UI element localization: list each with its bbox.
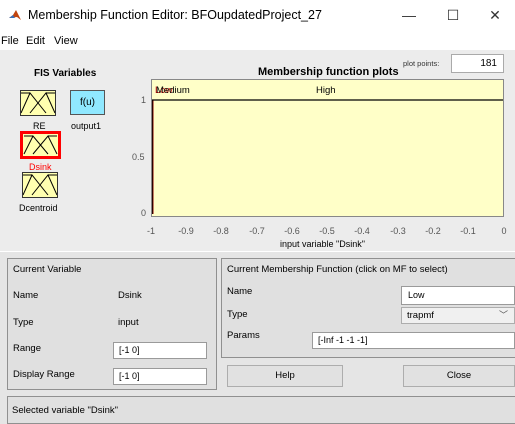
mf-shape-icon	[23, 135, 58, 155]
x-tick-label: -0.9	[178, 226, 194, 236]
x-tick-label: -0.3	[390, 226, 406, 236]
output-function-symbol: f(u)	[80, 97, 95, 108]
display-range-label: Display Range	[13, 369, 75, 380]
mf-curve-high[interactable]	[152, 99, 503, 214]
minimize-button[interactable]: —	[392, 4, 426, 26]
plot-points-label: plot points:	[403, 59, 440, 68]
mf-type-value: trapmf	[407, 310, 434, 321]
x-tick-label: -0.5	[319, 226, 335, 236]
output-label: output1	[71, 121, 102, 131]
menu-bar: File Edit View	[0, 32, 515, 49]
mf-plot-area[interactable]	[151, 79, 504, 217]
x-axis-label: input variable "Dsink"	[280, 239, 365, 249]
status-bar: Selected variable "Dsink"	[7, 396, 515, 424]
x-tick-label: -0.1	[460, 226, 476, 236]
y-tick-label: 0	[141, 208, 147, 218]
window-title: Membership Function Editor: BFOupdatedPr…	[28, 8, 322, 22]
mf-plot-svg	[152, 99, 503, 214]
x-tick-label: -1	[146, 226, 155, 236]
variable-type-label: Type	[13, 317, 34, 328]
maximize-button[interactable]: ☐	[436, 4, 470, 26]
x-tick-label: 0	[501, 226, 507, 236]
x-tick-label: -0.4	[354, 226, 370, 236]
mf-shape-icon	[21, 92, 55, 114]
mf-name-label: Name	[227, 286, 253, 297]
close-window-button[interactable]: ✕	[478, 4, 512, 26]
range-input[interactable]: [-1 0]	[113, 342, 207, 359]
x-tick-label: -0.2	[425, 226, 441, 236]
variable-name-value: Dsink	[118, 290, 142, 301]
display-range-input[interactable]: [-1 0]	[113, 368, 207, 385]
menu-file[interactable]: File	[1, 35, 19, 47]
mf-name-input[interactable]: Low	[401, 286, 515, 305]
input-label-dsink: Dsink	[29, 162, 52, 172]
menu-edit[interactable]: Edit	[26, 35, 45, 47]
status-text: Selected variable "Dsink"	[12, 405, 119, 416]
mf-type-label: Type	[227, 309, 248, 320]
x-tick-label: -0.7	[249, 226, 265, 236]
title-bar: Membership Function Editor: BFOupdatedPr…	[0, 0, 515, 31]
close-button[interactable]: Close	[403, 365, 515, 387]
variable-type-value: input	[118, 317, 139, 328]
mf-shape-icon	[23, 174, 57, 196]
range-label: Range	[13, 343, 41, 354]
input-variable-re[interactable]	[20, 90, 56, 116]
y-tick-label: 0.5	[132, 152, 145, 162]
params-label: Params	[227, 330, 260, 341]
input-variable-dsink[interactable]	[20, 131, 61, 159]
params-input[interactable]: [-Inf -1 -1 -1]	[312, 332, 515, 349]
plot-points-input[interactable]: 181	[451, 54, 504, 73]
output-variable[interactable]: f(u)	[70, 90, 105, 115]
current-mf-panel: Current Membership Function (click on MF…	[221, 258, 515, 358]
variable-name-label: Name	[13, 290, 39, 301]
x-tick-label: -0.8	[213, 226, 229, 236]
chevron-down-icon: ﹀	[498, 310, 508, 320]
mf-label-high[interactable]: High	[316, 85, 336, 96]
current-variable-heading: Current Variable	[13, 264, 82, 275]
current-mf-heading: Current Membership Function (click on MF…	[227, 264, 448, 275]
fis-variables-heading: FIS Variables	[34, 68, 97, 79]
matlab-app-icon	[9, 10, 21, 20]
x-tick-label: -0.6	[284, 226, 300, 236]
y-tick-label: 1	[141, 95, 147, 105]
plot-title: Membership function plots	[258, 66, 399, 78]
help-button[interactable]: Help	[227, 365, 343, 387]
input-label-dcentroid: Dcentroid	[19, 203, 58, 213]
mf-type-select[interactable]: trapmf ﹀	[401, 307, 515, 324]
mf-label-medium[interactable]: Medium	[156, 85, 190, 96]
input-variable-dcentroid[interactable]	[22, 172, 58, 198]
input-label-re: RE	[33, 121, 46, 131]
current-variable-panel: Current Variable Name Dsink Type input R…	[7, 258, 217, 390]
menu-view[interactable]: View	[54, 35, 78, 47]
